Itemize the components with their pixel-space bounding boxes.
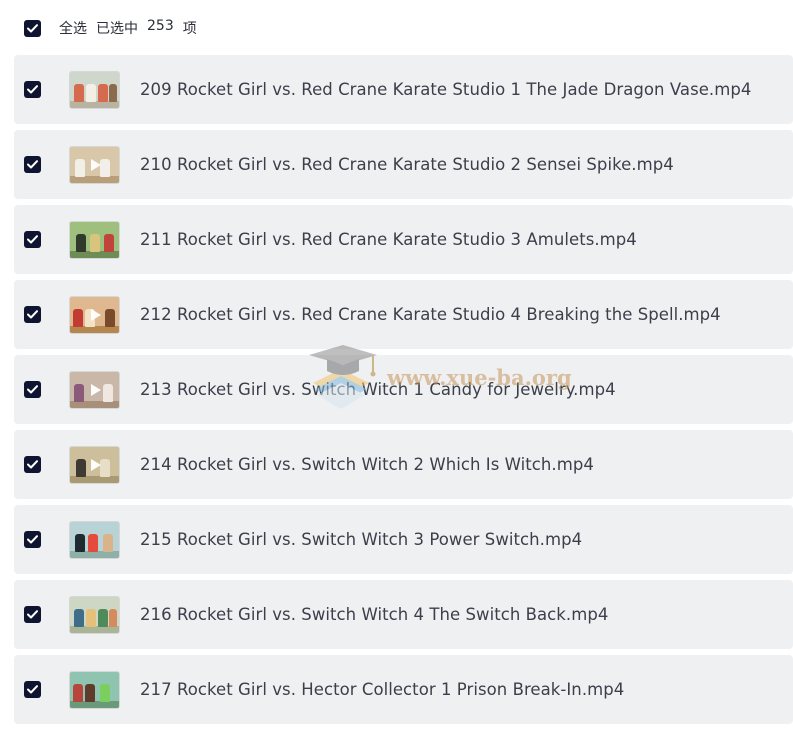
file-row[interactable]: 216 Rocket Girl vs. Switch Witch 4 The S… xyxy=(14,580,793,649)
selection-summary: 全选 已选中 253 项 xyxy=(59,18,197,38)
file-name: 214 Rocket Girl vs. Switch Witch 2 Which… xyxy=(140,455,594,474)
file-name: 209 Rocket Girl vs. Red Crane Karate Stu… xyxy=(140,80,752,99)
file-list: 209 Rocket Girl vs. Red Crane Karate Stu… xyxy=(14,55,793,730)
file-row[interactable]: 211 Rocket Girl vs. Red Crane Karate Stu… xyxy=(14,205,793,274)
file-name: 213 Rocket Girl vs. Switch Witch 1 Candy… xyxy=(140,380,616,399)
file-name: 217 Rocket Girl vs. Hector Collector 1 P… xyxy=(140,680,625,699)
checkmark-icon xyxy=(27,685,38,694)
checkmark-icon xyxy=(27,310,38,319)
file-checkbox[interactable] xyxy=(24,306,41,323)
select-all-bar: 全选 已选中 253 项 xyxy=(0,0,793,56)
file-checkbox[interactable] xyxy=(24,381,41,398)
play-icon xyxy=(90,308,101,321)
selected-count: 253 xyxy=(147,18,174,34)
file-name: 211 Rocket Girl vs. Red Crane Karate Stu… xyxy=(140,230,637,249)
file-checkbox[interactable] xyxy=(24,231,41,248)
checkmark-icon xyxy=(27,160,38,169)
video-thumbnail xyxy=(69,445,120,484)
file-row[interactable]: 210 Rocket Girl vs. Red Crane Karate Stu… xyxy=(14,130,793,199)
file-row[interactable]: 214 Rocket Girl vs. Switch Witch 2 Which… xyxy=(14,430,793,499)
file-name: 216 Rocket Girl vs. Switch Witch 4 The S… xyxy=(140,605,609,624)
play-icon xyxy=(90,158,101,171)
file-checkbox[interactable] xyxy=(24,681,41,698)
checkmark-icon xyxy=(27,535,38,544)
video-thumbnail xyxy=(69,220,120,259)
file-row[interactable]: 209 Rocket Girl vs. Red Crane Karate Stu… xyxy=(14,55,793,124)
select-all-checkbox[interactable] xyxy=(24,19,41,37)
play-icon xyxy=(90,383,101,396)
video-thumbnail xyxy=(69,520,120,559)
file-checkbox[interactable] xyxy=(24,156,41,173)
checkmark-icon xyxy=(27,85,38,94)
video-thumbnail xyxy=(69,295,120,334)
file-name: 215 Rocket Girl vs. Switch Witch 3 Power… xyxy=(140,530,583,549)
file-name: 210 Rocket Girl vs. Red Crane Karate Stu… xyxy=(140,155,674,174)
checkmark-icon xyxy=(27,23,38,32)
video-thumbnail xyxy=(69,595,120,634)
file-checkbox[interactable] xyxy=(24,456,41,473)
video-thumbnail xyxy=(69,670,120,709)
play-icon xyxy=(90,458,101,471)
select-all-label[interactable]: 全选 xyxy=(59,18,87,38)
video-thumbnail xyxy=(69,370,120,409)
file-checkbox[interactable] xyxy=(24,606,41,623)
file-row[interactable]: 212 Rocket Girl vs. Red Crane Karate Stu… xyxy=(14,280,793,349)
file-row[interactable]: 217 Rocket Girl vs. Hector Collector 1 P… xyxy=(14,655,793,724)
file-name: 212 Rocket Girl vs. Red Crane Karate Stu… xyxy=(140,305,721,324)
file-row[interactable]: 213 Rocket Girl vs. Switch Witch 1 Candy… xyxy=(14,355,793,424)
file-row[interactable]: 215 Rocket Girl vs. Switch Witch 3 Power… xyxy=(14,505,793,574)
checkmark-icon xyxy=(27,460,38,469)
file-checkbox[interactable] xyxy=(24,531,41,548)
selected-suffix: 项 xyxy=(182,21,197,37)
selected-prefix: 已选中 xyxy=(96,21,138,37)
video-thumbnail xyxy=(69,70,120,109)
checkmark-icon xyxy=(27,235,38,244)
checkmark-icon xyxy=(27,385,38,394)
file-checkbox[interactable] xyxy=(24,81,41,98)
video-thumbnail xyxy=(69,145,120,184)
checkmark-icon xyxy=(27,610,38,619)
